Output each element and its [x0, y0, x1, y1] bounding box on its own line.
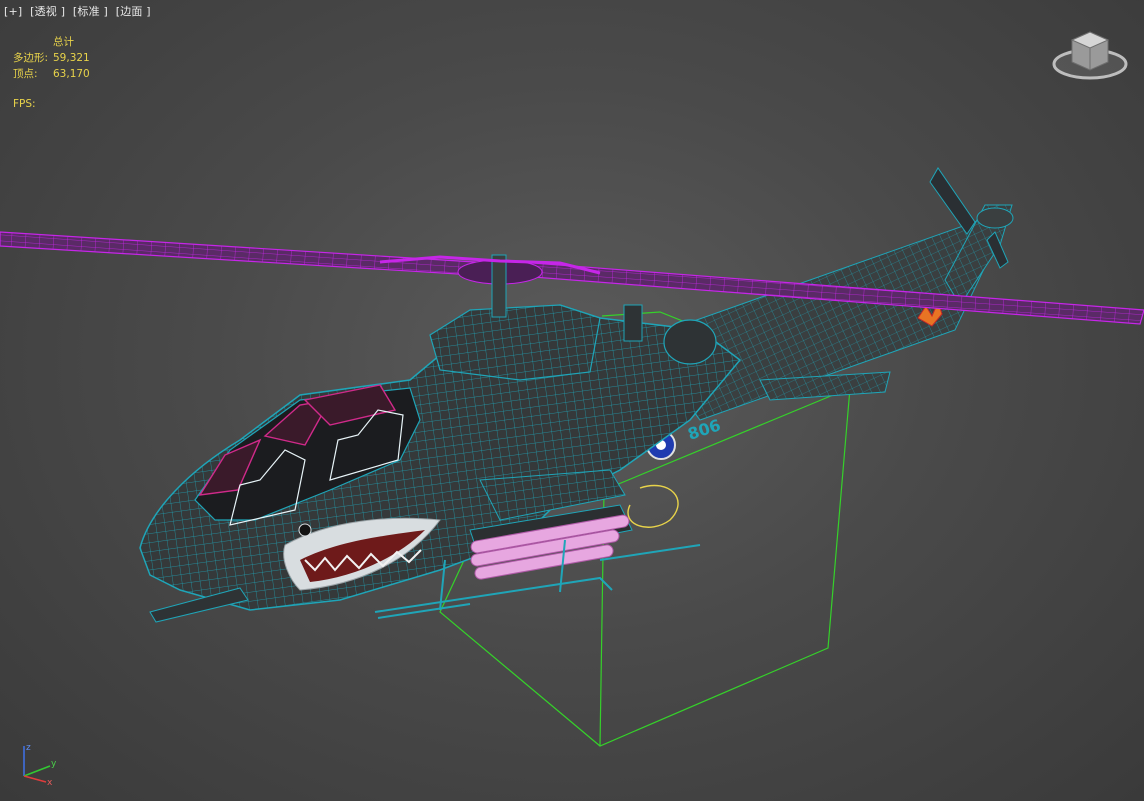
viewport-scene[interactable]: 806 — [0, 0, 1144, 801]
axis-x-label: x — [47, 778, 53, 786]
helicopter-fuselage — [139, 304, 742, 623]
axis-z-label: z — [26, 743, 31, 753]
axis-tripod-icon: z y x — [23, 743, 57, 786]
viewcube-icon[interactable] — [1050, 28, 1130, 88]
axis-y-label: y — [51, 759, 57, 769]
stub-wing-weapons — [469, 469, 679, 580]
